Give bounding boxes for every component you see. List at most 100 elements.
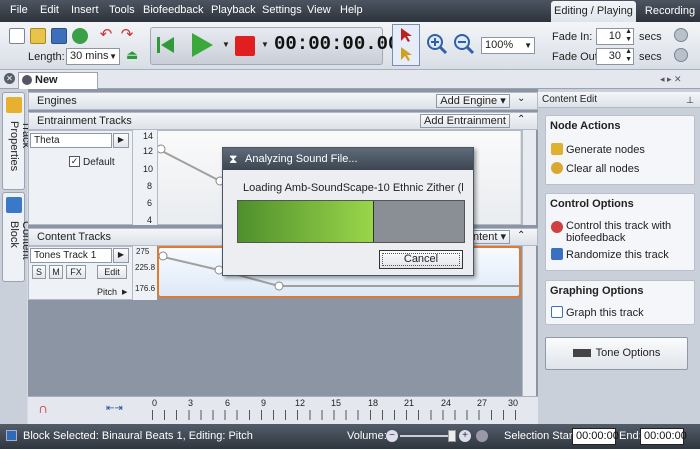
refresh-icon[interactable] (72, 28, 88, 44)
add-entrainment-label: Add Entrainment (424, 115, 506, 127)
menu-view[interactable]: View (307, 4, 331, 16)
add-engine-button[interactable]: Add Engine ▾ (436, 94, 510, 108)
y-tick: 12 (143, 146, 154, 156)
play-icon[interactable] (189, 31, 215, 59)
progress-bar (237, 200, 465, 243)
chevron-down-icon: ▼ (524, 41, 532, 50)
timeline-ruler[interactable]: 0 3 6 9 12 15 18 21 24 27 30 (152, 397, 518, 423)
zoom-in-icon[interactable] (426, 33, 448, 55)
volume-slider[interactable] (400, 435, 450, 437)
rewind-icon[interactable] (156, 34, 176, 56)
generate-nodes-link[interactable]: Generate nodes (566, 144, 645, 156)
collapse-chevron-icon[interactable]: ⌃ (517, 230, 525, 241)
tab-editing-playing[interactable]: Editing / Playing (551, 1, 636, 22)
fit-width-icon[interactable]: ⇤⇥ (106, 403, 123, 414)
zoom-out-icon[interactable] (453, 33, 475, 55)
content-title: Content Tracks (37, 231, 111, 243)
reset-length-icon[interactable]: ⏏ (126, 48, 142, 64)
menu-tools[interactable]: Tools (109, 4, 135, 16)
save-icon[interactable] (51, 28, 67, 44)
tab-recording[interactable]: Recording (640, 1, 700, 22)
menu-insert[interactable]: Insert (71, 4, 99, 16)
pin-icon[interactable]: ⊥ (686, 92, 694, 108)
end-field[interactable]: 00:00:00 (640, 428, 687, 445)
control-biofeedback-link-2[interactable]: biofeedback (566, 232, 625, 244)
graph-node[interactable] (159, 251, 168, 261)
menu-playback[interactable]: Playback (211, 4, 256, 16)
record-icon[interactable] (234, 35, 256, 57)
fade-out-secs-label: secs (639, 51, 662, 63)
fade-in-input[interactable]: 10 ▲ ▼ (596, 28, 634, 45)
new-file-icon[interactable] (9, 28, 25, 44)
entrainment-scrollbar[interactable] (522, 130, 536, 225)
fade-out-apply-icon[interactable] (674, 48, 688, 62)
record-options-chevron-icon[interactable]: ▼ (261, 40, 269, 49)
menu-biofeedback[interactable]: Biofeedback (143, 4, 204, 16)
speaker-icon[interactable] (476, 430, 488, 442)
cube-icon (6, 197, 22, 213)
collapse-chevron-icon[interactable]: ⌄ (517, 93, 525, 104)
close-session-icon[interactable]: ✕ (4, 73, 15, 84)
content-scrollbar[interactable] (522, 246, 536, 396)
spin-icon[interactable]: ▲ ▼ (625, 28, 632, 44)
fade-in-apply-icon[interactable] (674, 28, 688, 42)
dialog-title: ⧗ Analyzing Sound File... (223, 148, 473, 170)
y-tick: 176.6 (135, 284, 156, 293)
tone-options-button[interactable]: Tone Options (545, 337, 688, 370)
tone-icon (572, 349, 591, 358)
session-tab-bar (0, 70, 700, 89)
y-tick: 275 (136, 247, 150, 256)
tab-scroll-icon[interactable]: ◂ ▸ ✕ (660, 74, 682, 85)
default-checkbox[interactable]: ✓ (69, 156, 80, 167)
timeline-tick: 30 (508, 398, 519, 408)
magnet-icon[interactable]: ∩ (38, 401, 52, 416)
fade-out-value: 30 (608, 50, 621, 62)
cancel-button[interactable]: Cancel (379, 250, 463, 269)
timeline-tick: 0 (152, 398, 158, 408)
tab-content-block[interactable]: Content Block (2, 192, 32, 282)
solo-button[interactable]: S (32, 265, 46, 279)
entrainment-track-name[interactable]: Theta (30, 133, 112, 148)
undo-icon[interactable]: ↶ (98, 27, 114, 44)
collapse-chevron-icon[interactable]: ⌃ (517, 114, 525, 125)
y-tick: 8 (147, 181, 153, 191)
track-menu-arrow-icon[interactable]: ▶ (113, 248, 129, 263)
select-pointer-icon[interactable] (399, 27, 413, 43)
menu-help[interactable]: Help (340, 4, 363, 16)
tab-track-properties[interactable]: Track Properties (2, 92, 32, 190)
track-menu-arrow-icon[interactable]: ▶ (113, 133, 129, 148)
pitch-arrow-icon[interactable]: ▶ (122, 288, 127, 296)
length-select[interactable]: 30 mins ▼ (66, 48, 120, 65)
volume-up-icon[interactable]: + (459, 430, 471, 442)
add-entrainment-button[interactable]: Add Entrainment ▾ (420, 114, 510, 139)
spin-icon[interactable]: ▲ ▼ (625, 48, 632, 64)
zoom-select[interactable]: 100% ▼ (481, 37, 535, 54)
menu-file[interactable]: File (10, 4, 28, 16)
graph-track-link[interactable]: Graph this track (566, 307, 644, 319)
open-folder-icon[interactable] (30, 28, 46, 44)
clear-nodes-link[interactable]: Clear all nodes (566, 163, 639, 175)
menu-edit[interactable]: Edit (40, 4, 59, 16)
content-track-name[interactable]: Tones Track 1 (30, 248, 112, 263)
fade-out-input[interactable]: 30 ▲ ▼ (596, 48, 634, 65)
graph-node[interactable] (158, 144, 166, 154)
session-icon (22, 75, 32, 85)
graph-node[interactable] (274, 281, 284, 291)
volume-down-icon[interactable]: − (386, 430, 398, 442)
hourglass-icon: ⧗ (229, 152, 238, 166)
control-biofeedback-link[interactable]: Control this track with (566, 220, 671, 232)
session-tab[interactable]: New Session* (18, 72, 98, 101)
mute-button[interactable]: M (49, 265, 63, 279)
randomize-link[interactable]: Randomize this track (566, 249, 669, 261)
edit-track-button[interactable]: Edit (97, 265, 127, 279)
content-edit-header: Content Edit ⊥ (538, 92, 700, 108)
randomize-icon (551, 248, 563, 260)
redo-icon[interactable]: ↷ (119, 27, 135, 44)
selection-start-field[interactable]: 00:00:00 (572, 428, 619, 445)
fade-in-label: Fade In: (552, 31, 593, 43)
menu-settings[interactable]: Settings (262, 4, 302, 16)
play-options-chevron-icon[interactable]: ▼ (222, 40, 230, 49)
fx-button[interactable]: FX (66, 265, 86, 279)
node-pointer-icon[interactable] (399, 46, 413, 62)
volume-thumb[interactable] (448, 430, 456, 442)
